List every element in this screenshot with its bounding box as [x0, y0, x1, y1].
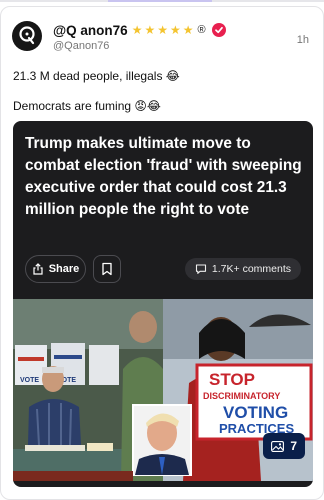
vote-sign-text: VOTE [20, 377, 39, 384]
avatar[interactable] [12, 21, 42, 51]
post-text-line-1: 21.3 M dead people, illegals 😂 [13, 69, 180, 83]
top-divider [0, 0, 324, 2]
share-label: Share [48, 263, 80, 275]
author-name[interactable]: @Q anon76 [53, 23, 128, 38]
star-icon: ★ [131, 23, 143, 37]
active-indicator [108, 0, 212, 2]
protest-sign-line-1: STOP [209, 370, 255, 389]
author-handle[interactable]: @Qanon76 [53, 40, 109, 52]
gallery-count-badge[interactable]: 7 [263, 433, 305, 459]
verified-badge-icon [211, 23, 226, 37]
post-text-line-2: Democrats are fuming 😡😂 [13, 99, 161, 113]
star-icon: ★ [157, 23, 168, 37]
post-card[interactable]: @Q anon76 ★ ★ ★ ★ ★ ® @Qanon76 1h 21.3 M… [0, 6, 324, 500]
post-timestamp: 1h [296, 34, 309, 46]
gallery-count: 7 [290, 439, 297, 453]
comment-bubble-icon [195, 264, 206, 274]
avatar-emblem-icon [13, 22, 41, 50]
article-headline[interactable]: Trump makes ultimate move to combat elec… [25, 133, 305, 221]
link-preview-card[interactable]: Trump makes ultimate move to combat elec… [13, 121, 313, 487]
comments-button[interactable]: 1.7K+ comments [184, 258, 301, 280]
share-button[interactable]: Share [25, 255, 86, 283]
registered-mark: ® [197, 24, 206, 36]
protest-sign-line-2: DISCRIMINATORY [203, 391, 280, 401]
image-gallery-icon [271, 440, 285, 452]
star-icon: ★ [144, 23, 156, 37]
star-icon: ★ [169, 23, 181, 37]
bookmark-icon [102, 262, 112, 276]
comments-count: 1.7K+ comments [211, 263, 291, 275]
article-image[interactable]: VOTE VOTE STOP DISCRIMINATORY VOTING PRA… [13, 299, 313, 481]
bookmark-button[interactable] [93, 255, 121, 283]
author-row: @Q anon76 ★ ★ ★ ★ ★ ® [53, 22, 226, 38]
share-icon [33, 263, 43, 275]
protest-sign-line-3: VOTING [223, 403, 288, 422]
star-icon: ★ [182, 23, 194, 37]
